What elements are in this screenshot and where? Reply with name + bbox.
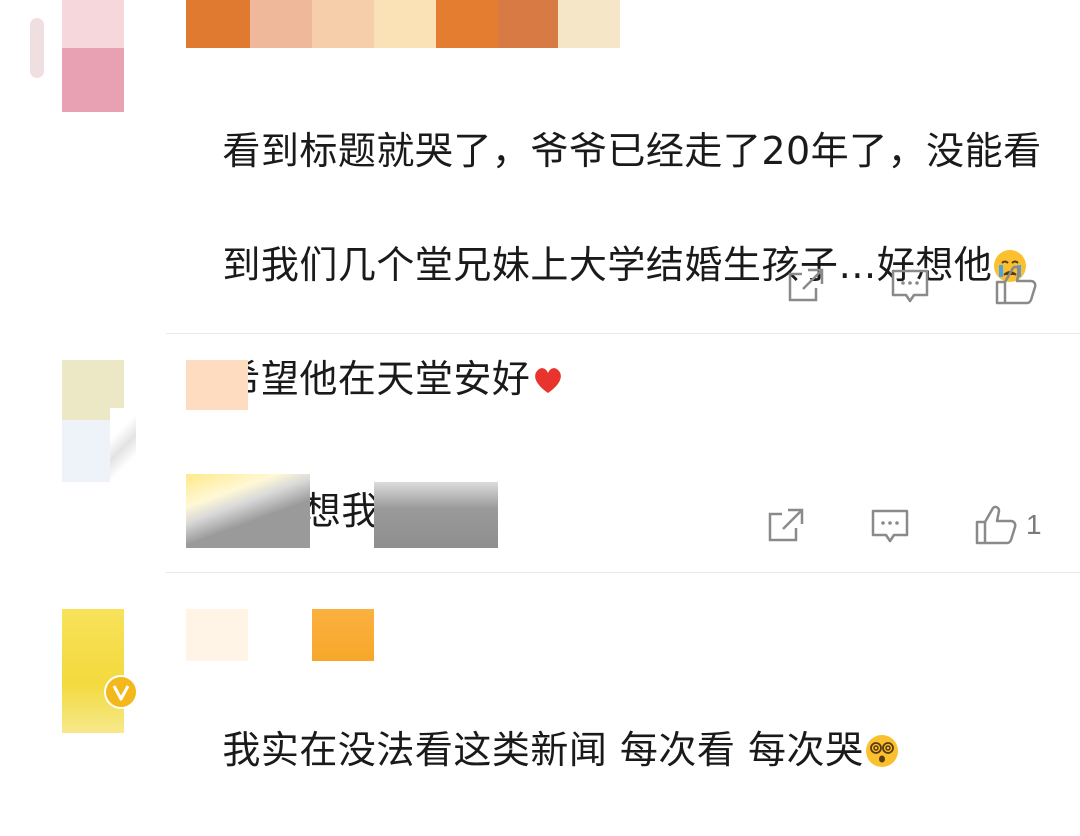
comment-text-line: 看到标题就哭了，爷爷已经走了20年了，没能看 — [222, 129, 1042, 173]
avatar[interactable] — [0, 360, 140, 490]
comment-button[interactable] — [870, 508, 910, 546]
verified-badge-icon — [104, 675, 138, 709]
comment-icon — [871, 509, 909, 543]
username-blurred[interactable] — [186, 609, 376, 661]
comment-button[interactable] — [890, 268, 930, 306]
username-blurred[interactable] — [186, 360, 326, 410]
comment-text-line: 到我们几个堂兄妹上大学结婚生孩子…好想他 — [222, 243, 993, 287]
avatar[interactable] — [0, 609, 140, 733]
like-button[interactable] — [994, 264, 1046, 306]
share-icon — [768, 508, 804, 542]
comment-2: 唉想我爷爷了 1 — [0, 334, 1080, 572]
like-count: 1 — [1026, 509, 1042, 540]
dizzy-face-icon — [865, 727, 899, 767]
share-icon — [788, 268, 824, 302]
share-button[interactable] — [766, 506, 806, 546]
username-blurred[interactable] — [186, 0, 620, 48]
comment-text: 我实在没法看这类新闻 每次看 每次哭 — [172, 665, 900, 836]
comment-text-line: 我实在没法看这类新闻 每次看 每次哭 — [222, 728, 864, 772]
like-button[interactable]: 1 — [974, 504, 1042, 546]
thumbs-up-icon — [975, 505, 1017, 545]
comment-icon — [891, 269, 929, 303]
share-button[interactable] — [786, 266, 826, 306]
avatar[interactable] — [0, 0, 130, 120]
comment-1: 看到标题就哭了，爷爷已经走了20年了，没能看 到我们几个堂兄妹上大学结婚生孩子…… — [0, 0, 1080, 401]
attachment-blurred[interactable] — [186, 474, 506, 548]
thumbs-up-icon — [995, 265, 1037, 305]
comment-3: 我实在没法看这类新闻 每次看 每次哭 — [0, 573, 1080, 772]
